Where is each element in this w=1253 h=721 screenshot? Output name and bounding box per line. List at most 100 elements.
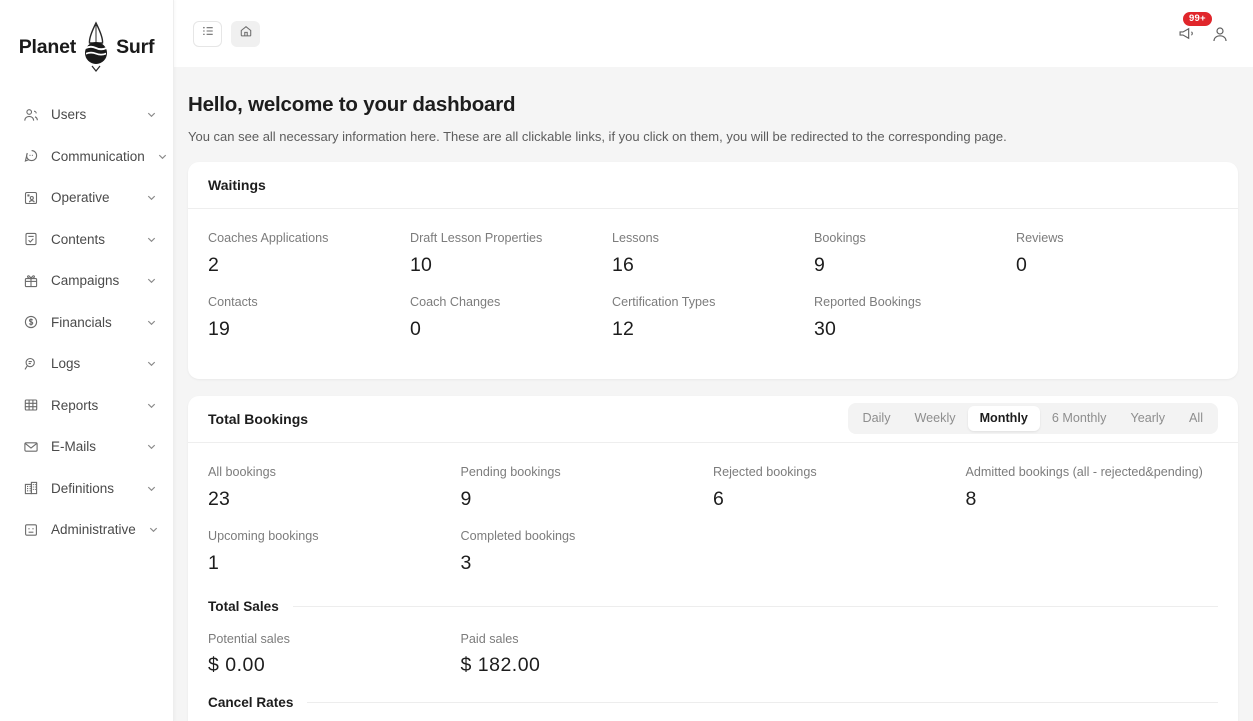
page-title: Hello, welcome to your dashboard — [188, 93, 1238, 117]
total-sales-section-header: Total Sales — [208, 599, 1218, 614]
chevron-down-icon[interactable] — [145, 192, 157, 204]
chevron-down-icon[interactable] — [145, 233, 157, 245]
chevron-down-icon[interactable] — [145, 482, 157, 494]
face-square-icon — [22, 521, 39, 538]
stat-coach-changes[interactable]: Coach Changes 0 — [410, 293, 612, 357]
tab-yearly[interactable]: Yearly — [1118, 406, 1177, 431]
chevron-down-icon[interactable] — [148, 524, 159, 536]
waitings-stat-grid: Coaches Applications 2 Draft Lesson Prop… — [208, 229, 1218, 357]
stat-lessons[interactable]: Lessons 16 — [612, 229, 814, 293]
stat-potential-sales[interactable]: Potential sales $ 0.00 — [208, 630, 461, 694]
stat-reviews[interactable]: Reviews 0 — [1016, 229, 1218, 293]
sidebar-item-emails[interactable]: E-Mails — [0, 426, 173, 468]
total-sales-title: Total Sales — [208, 599, 279, 614]
stat-coaches-applications[interactable]: Coaches Applications 2 — [208, 229, 410, 293]
chevron-down-icon[interactable] — [145, 399, 157, 411]
sidebar-item-definitions[interactable]: Definitions — [0, 468, 173, 510]
section-divider — [293, 606, 1218, 607]
total-bookings-card: Total Bookings Daily Weekly Monthly 6 Mo… — [188, 396, 1238, 721]
chevron-down-icon[interactable] — [145, 316, 157, 328]
bookings-stat-grid: All bookings 23 Pending bookings 9 Rejec… — [208, 463, 1218, 591]
brand-logo[interactable]: Planet Surf — [0, 0, 173, 88]
sidebar-item-campaigns[interactable]: Campaigns — [0, 260, 173, 302]
cancel-rates-section-header: Cancel Rates — [208, 695, 1218, 710]
stat-value: 1 — [208, 552, 451, 575]
chevron-down-icon[interactable] — [145, 275, 157, 287]
total-bookings-title: Total Bookings — [208, 411, 308, 427]
brand-name-right: Surf — [116, 36, 154, 59]
sidebar-item-label: Reports — [51, 398, 133, 413]
home-button[interactable] — [231, 21, 260, 47]
stat-paid-sales[interactable]: Paid sales $ 182.00 — [461, 630, 714, 694]
sidebar-item-contents[interactable]: Contents — [0, 219, 173, 261]
tab-monthly[interactable]: Monthly — [968, 406, 1040, 431]
announcements-button[interactable]: 99+ — [1178, 25, 1195, 42]
app-root: Planet Surf Users — [0, 0, 1253, 721]
sidebar: Planet Surf Users — [0, 0, 174, 721]
sidebar-item-operative[interactable]: Operative — [0, 177, 173, 219]
stat-value: 8 — [966, 488, 1209, 511]
chevron-down-icon[interactable] — [145, 109, 157, 121]
sidebar-item-label: Users — [51, 107, 133, 122]
tab-daily[interactable]: Daily — [851, 406, 903, 431]
stat-certification-types[interactable]: Certification Types 12 — [612, 293, 814, 357]
stat-contacts[interactable]: Contacts 19 — [208, 293, 410, 357]
sidebar-item-financials[interactable]: Financials — [0, 302, 173, 344]
stat-value: 9 — [461, 488, 704, 511]
stat-label: Rejected bookings — [713, 463, 956, 482]
sidebar-item-administrative[interactable]: Administrative — [0, 509, 173, 551]
stat-completed-bookings[interactable]: Completed bookings 3 — [461, 527, 714, 591]
stat-all-bookings[interactable]: All bookings 23 — [208, 463, 461, 527]
account-button[interactable] — [1211, 25, 1229, 43]
stat-label: Paid sales — [461, 630, 704, 649]
stat-draft-lesson-properties[interactable]: Draft Lesson Properties 10 — [410, 229, 612, 293]
brand-name-left: Planet — [19, 36, 76, 59]
chevron-down-icon[interactable] — [145, 441, 157, 453]
total-sales-grid: Potential sales $ 0.00 Paid sales $ 182.… — [208, 630, 1218, 694]
sidebar-item-label: Administrative — [51, 522, 136, 537]
tab-weekly[interactable]: Weekly — [903, 406, 968, 431]
sidebar-item-label: Financials — [51, 315, 133, 330]
stat-value: 23 — [208, 488, 451, 511]
stat-upcoming-bookings[interactable]: Upcoming bookings 1 — [208, 527, 461, 591]
megaphone-icon — [1178, 25, 1195, 42]
sidebar-item-communication[interactable]: Communication — [0, 136, 173, 178]
stat-pending-bookings[interactable]: Pending bookings 9 — [461, 463, 714, 527]
id-card-icon — [22, 189, 39, 206]
stat-rejected-bookings[interactable]: Rejected bookings 6 — [713, 463, 966, 527]
stat-label: Certification Types — [612, 293, 804, 312]
stat-bookings[interactable]: Bookings 9 — [814, 229, 1016, 293]
stat-label: Upcoming bookings — [208, 527, 451, 546]
chevron-down-icon[interactable] — [145, 358, 157, 370]
page-subtitle: You can see all necessary information he… — [188, 129, 1238, 144]
stat-value: 30 — [814, 318, 1006, 341]
stat-label: Coach Changes — [410, 293, 602, 312]
stat-value: 6 — [713, 488, 956, 511]
tab-6-monthly[interactable]: 6 Monthly — [1040, 406, 1119, 431]
period-filter-tabs: Daily Weekly Monthly 6 Monthly Yearly Al… — [848, 403, 1219, 434]
sidebar-item-reports[interactable]: Reports — [0, 385, 173, 427]
sidebar-item-users[interactable]: Users — [0, 94, 173, 136]
sidebar-item-label: Contents — [51, 232, 133, 247]
stat-label: Coaches Applications — [208, 229, 400, 248]
topbar: 99+ — [174, 0, 1253, 67]
notification-badge: 99+ — [1182, 11, 1213, 27]
sidebar-item-logs[interactable]: Logs — [0, 343, 173, 385]
table-grid-icon — [22, 397, 39, 414]
sidebar-item-label: Logs — [51, 356, 133, 371]
stat-label: Bookings — [814, 229, 1006, 248]
sidebar-item-label: E-Mails — [51, 439, 133, 454]
stat-label: Draft Lesson Properties — [410, 229, 602, 248]
stat-admitted-bookings[interactable]: Admitted bookings (all - rejected&pendin… — [966, 463, 1219, 527]
sidebar-nav: Users Communication Operative Contents — [0, 88, 173, 551]
tab-all[interactable]: All — [1177, 406, 1215, 431]
chevron-down-icon[interactable] — [157, 150, 168, 162]
stat-label: Pending bookings — [461, 463, 704, 482]
stat-label: Reported Bookings — [814, 293, 1006, 312]
stat-value: 0 — [1016, 254, 1208, 277]
menu-toggle-button[interactable] — [193, 21, 222, 47]
stat-label: Potential sales — [208, 630, 451, 649]
stat-reported-bookings[interactable]: Reported Bookings 30 — [814, 293, 1016, 357]
building-icon — [22, 480, 39, 497]
content-area: 99+ Hello, welcome — [174, 0, 1253, 721]
